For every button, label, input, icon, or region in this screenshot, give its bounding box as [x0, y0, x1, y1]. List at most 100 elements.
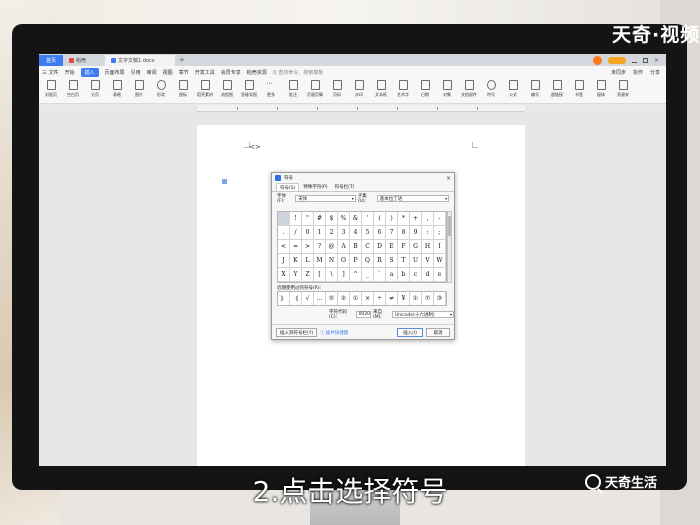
symbol-cell[interactable]: F [398, 240, 410, 254]
ribbon-blank-page[interactable]: 空白页 [64, 80, 82, 102]
ribbon-wordart[interactable]: 艺术字 [394, 80, 412, 102]
symbol-cell[interactable]: 7 [386, 226, 398, 240]
tab-docer[interactable]: 稻壳 [63, 55, 105, 66]
tab-special-characters[interactable]: 特殊字符(P) [300, 183, 330, 191]
symbol-cell[interactable]: 6 [374, 226, 386, 240]
symbol-cell[interactable]: = [290, 240, 302, 254]
recent-symbol-cell[interactable]: ③ [434, 292, 446, 305]
ribbon-object[interactable]: 对象 [438, 80, 456, 102]
symbol-cell[interactable]: b [398, 268, 410, 282]
dialog-close-icon[interactable]: × [446, 175, 451, 182]
symbol-cell[interactable]: $ [326, 212, 338, 226]
symbol-cell[interactable]: ? [314, 240, 326, 254]
new-tab-button[interactable]: + [179, 55, 185, 66]
symbol-cell[interactable]: : [422, 226, 434, 240]
ribbon-comment[interactable]: 批注 [284, 80, 302, 102]
ribbon-doc-parts[interactable]: 文档部件 [460, 80, 478, 102]
symbol-cell[interactable]: L [302, 254, 314, 268]
document-text[interactable]: <> [249, 143, 261, 151]
insert-to-bar-button[interactable]: 插入到符号栏(Y) [276, 328, 318, 337]
cancel-button[interactable]: 取消 [426, 328, 450, 337]
symbol-cell[interactable]: S [386, 254, 398, 268]
share-button[interactable]: 分享 [650, 69, 660, 76]
symbol-cell[interactable]: 2 [326, 226, 338, 240]
dialog-titlebar[interactable]: 符号 × [272, 173, 454, 183]
symbol-cell[interactable] [278, 212, 290, 226]
close-icon[interactable]: × [654, 57, 660, 63]
ruler[interactable] [197, 105, 525, 112]
shortcut-link[interactable]: ⓘ 插件快捷键 [320, 330, 348, 336]
symbol-cell[interactable]: ' [362, 212, 374, 226]
menu-item-docer-resources[interactable]: 稻壳资源 [247, 69, 267, 76]
symbol-cell[interactable]: d [422, 268, 434, 282]
recent-symbol-cell[interactable]: ① [350, 292, 362, 305]
symbol-cell[interactable]: M [314, 254, 326, 268]
symbol-cell[interactable]: G [410, 240, 422, 254]
recent-symbol-cell[interactable]: ÷ [374, 292, 386, 305]
tab-document[interactable]: 文字文稿1.docx [105, 55, 175, 66]
ribbon-hyperlink[interactable]: 超链接 [548, 80, 566, 102]
scrollbar-thumb[interactable] [448, 216, 451, 236]
symbol-cell[interactable]: \ [326, 268, 338, 282]
symbol-cell[interactable]: V [422, 254, 434, 268]
symbol-cell[interactable]: ! [290, 212, 302, 226]
member-button[interactable] [608, 56, 626, 64]
symbol-cell[interactable]: 4 [350, 226, 362, 240]
symbol-cell[interactable]: > [302, 240, 314, 254]
symbol-cell[interactable]: Q [362, 254, 374, 268]
symbol-cell[interactable]: " [302, 212, 314, 226]
menu-item-page-layout[interactable]: 页面布局 [105, 69, 125, 76]
symbol-cell[interactable]: ^ [350, 268, 362, 282]
symbol-cell[interactable]: 5 [362, 226, 374, 240]
ribbon-textbox[interactable]: 文本框 [372, 80, 390, 102]
symbol-cell[interactable]: c [410, 268, 422, 282]
maximize-icon[interactable] [643, 57, 648, 63]
symbol-cell[interactable]: J [278, 254, 290, 268]
symbol-cell[interactable]: ( [374, 212, 386, 226]
menu-item-developer[interactable]: 开发工具 [195, 69, 215, 76]
tab-home[interactable]: 首页 [39, 55, 63, 66]
symbol-cell[interactable]: B [350, 240, 362, 254]
ribbon-icons[interactable]: 图标 [174, 80, 192, 102]
symbol-cell[interactable]: & [350, 212, 362, 226]
symbol-cell[interactable]: A [338, 240, 350, 254]
symbol-cell[interactable]: X [278, 268, 290, 282]
symbol-cell[interactable]: 9 [410, 226, 422, 240]
ribbon-bookmark[interactable]: 书签 [570, 80, 588, 102]
symbol-cell[interactable]: D [374, 240, 386, 254]
ribbon-docer-material[interactable]: 稻壳素材 [196, 80, 214, 102]
symbol-cell[interactable]: / [290, 226, 302, 240]
menu-item-insert[interactable]: 插入 [80, 67, 99, 77]
ribbon-shape[interactable]: 形状 [152, 80, 170, 102]
recent-symbol-cell[interactable]: ≠ [386, 292, 398, 305]
recent-symbol-cell[interactable]: ⑦ [422, 292, 434, 305]
recent-symbol-cell[interactable]: ② [338, 292, 350, 305]
ribbon-resource-folder[interactable]: 资源夹 [614, 80, 632, 102]
ribbon-mindmap[interactable]: 思维导图 [240, 80, 258, 102]
ribbon-page-break[interactable]: 分页 [86, 80, 104, 102]
menu-item-view[interactable]: 视图 [163, 69, 173, 76]
from-select[interactable]: Unicode(十六进制) ▾ [391, 311, 454, 318]
symbol-cell[interactable]: 0 [302, 226, 314, 240]
symbol-cell[interactable]: , [422, 212, 434, 226]
minimize-icon[interactable] [632, 58, 637, 63]
symbol-cell[interactable]: ; [434, 226, 446, 240]
recent-symbol-cell[interactable]: × [362, 292, 374, 305]
symbol-cell[interactable]: P [350, 254, 362, 268]
sync-status[interactable]: 未同步 [611, 69, 626, 76]
ribbon-table[interactable]: 表格 [108, 80, 126, 102]
ribbon-watermark[interactable]: 水印 [350, 80, 368, 102]
symbol-cell[interactable]: . [278, 226, 290, 240]
symbol-cell[interactable]: K [290, 254, 302, 268]
symbol-cell[interactable]: % [338, 212, 350, 226]
ribbon-numbering[interactable]: 编号 [526, 80, 544, 102]
collaborate-button[interactable]: 协作 [633, 69, 643, 76]
recent-symbol-cell[interactable]: 》 [278, 292, 290, 305]
font-select[interactable]: 宋体 ▾ [295, 195, 356, 202]
ribbon-symbol[interactable]: 符号 [482, 80, 500, 102]
ribbon-page-number[interactable]: 页码 [328, 80, 346, 102]
ribbon-picture[interactable]: 图片 [130, 80, 148, 102]
menu-item-references[interactable]: 引用 [131, 69, 141, 76]
symbol-cell[interactable]: @ [326, 240, 338, 254]
ribbon-flowchart[interactable]: 流程图 [218, 80, 236, 102]
